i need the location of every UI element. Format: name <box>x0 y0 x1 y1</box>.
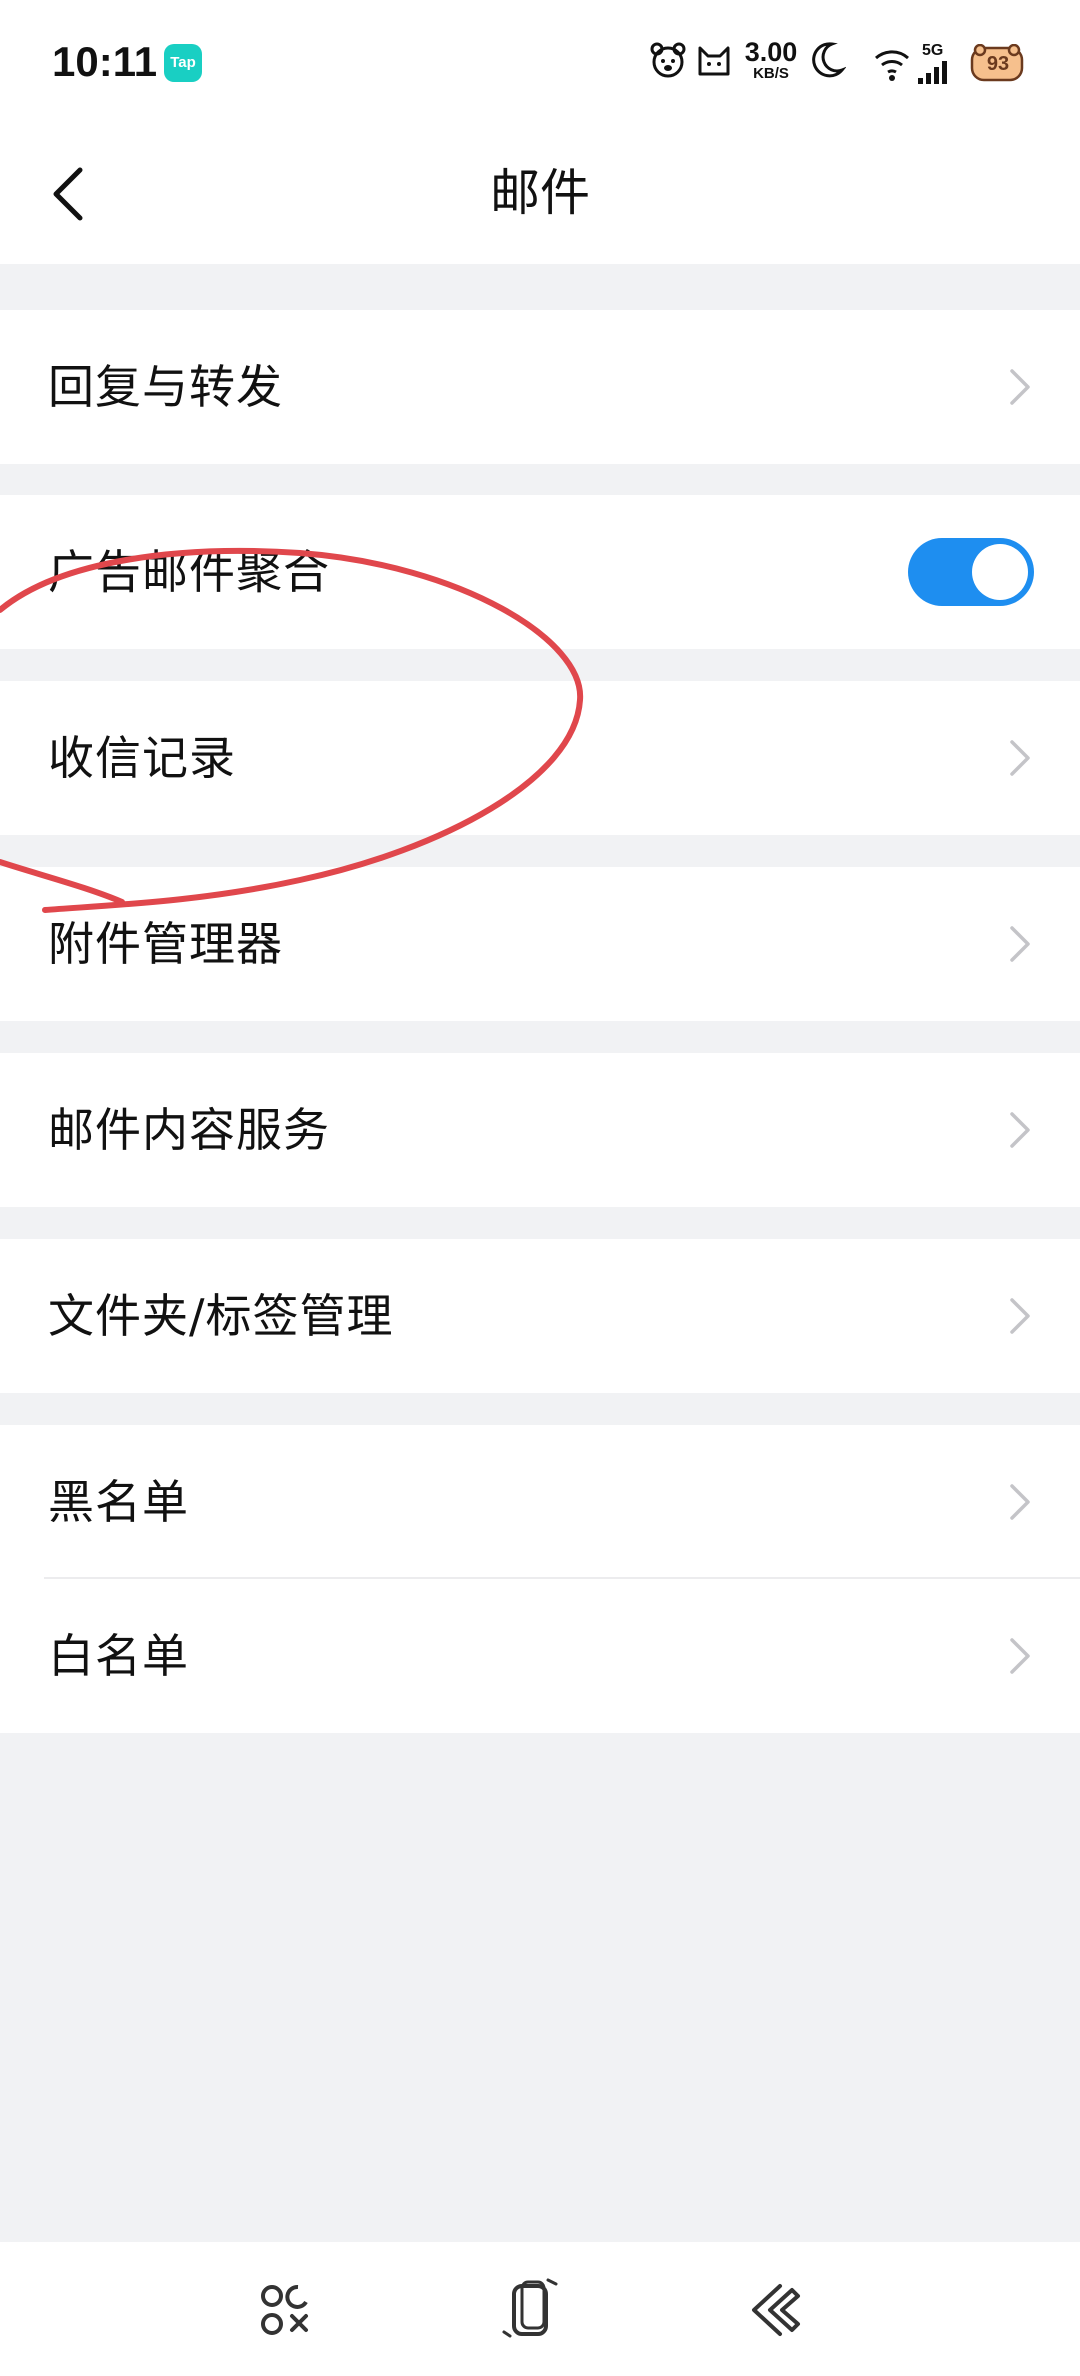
chevron-right-icon <box>1010 926 1030 962</box>
system-navigation-bar <box>0 2242 1080 2376</box>
setting-row-blacklist[interactable]: 黑名单 <box>0 1425 1080 1579</box>
network-speed-value: 3.00 <box>744 37 798 67</box>
setting-row-receive-log[interactable]: 收信记录 <box>0 681 1080 835</box>
setting-row-attachment-manager[interactable]: 附件管理器 <box>0 867 1080 1021</box>
back-icon <box>752 2284 800 2336</box>
top-nav-bar: 邮件 <box>0 122 1080 264</box>
settings-group-content-service: 邮件内容服务 <box>0 1053 1080 1207</box>
toggle-knob <box>972 544 1028 600</box>
chevron-right-icon <box>1010 1484 1030 1520</box>
recent-apps-button[interactable] <box>250 2274 320 2344</box>
mail-settings-screen: 10:11 Tap 3.00 KB/S 5G 93 邮件 回复与转发 广告邮件聚… <box>0 0 1080 2376</box>
setting-row-reply-forward[interactable]: 回复与转发 <box>0 310 1080 464</box>
settings-group-lists: 黑名单 白名单 <box>0 1425 1080 1733</box>
cat-face-icon <box>698 46 730 76</box>
settings-group-reply: 回复与转发 <box>0 310 1080 464</box>
status-time: 10:11 <box>52 38 158 85</box>
page-title: 邮件 <box>490 164 590 222</box>
setting-label: 邮件内容服务 <box>48 1103 330 1157</box>
home-icon <box>502 2278 558 2338</box>
settings-group-receive-log: 收信记录 <box>0 681 1080 835</box>
setting-label: 广告邮件聚合 <box>48 545 330 599</box>
chevron-right-icon <box>1010 1638 1030 1674</box>
setting-row-ad-mail-aggregation: 广告邮件聚合 <box>0 495 1080 649</box>
chevron-left-icon <box>53 167 83 221</box>
setting-label: 文件夹/标签管理 <box>48 1289 394 1343</box>
network-speed-unit: KB/S <box>753 65 789 82</box>
setting-label: 收信记录 <box>48 731 236 785</box>
chevron-right-icon <box>1010 1298 1030 1334</box>
battery-indicator: 93 <box>970 43 1026 82</box>
setting-row-folder-label-management[interactable]: 文件夹/标签管理 <box>0 1239 1080 1393</box>
battery-level: 93 <box>986 53 1010 75</box>
back-button[interactable] <box>36 162 100 226</box>
chevron-right-icon <box>1010 369 1030 405</box>
wifi-icon <box>875 50 909 81</box>
chevron-right-icon <box>1010 1112 1030 1148</box>
status-icons: 3.00 KB/S 5G 93 <box>648 38 1028 88</box>
setting-row-content-service[interactable]: 邮件内容服务 <box>0 1053 1080 1207</box>
tap-app-icon: Tap <box>164 44 202 82</box>
menu-icon <box>261 2285 308 2335</box>
bear-face-icon <box>650 42 686 78</box>
status-bar: 10:11 Tap 3.00 KB/S 5G 93 <box>0 0 1080 122</box>
settings-group-attachments: 附件管理器 <box>0 867 1080 1021</box>
system-back-button[interactable] <box>740 2274 810 2344</box>
network-speed: 3.00 KB/S <box>740 38 802 82</box>
setting-label: 白名单 <box>48 1629 189 1683</box>
setting-label: 黑名单 <box>48 1475 189 1529</box>
settings-group-ad-aggregation: 广告邮件聚合 <box>0 495 1080 649</box>
moon-icon <box>812 42 846 78</box>
setting-row-whitelist[interactable]: 白名单 <box>0 1579 1080 1733</box>
ad-aggregation-toggle[interactable] <box>908 538 1034 606</box>
signal-icon <box>918 61 947 84</box>
setting-label: 回复与转发 <box>48 360 283 414</box>
home-button[interactable] <box>496 2274 566 2344</box>
settings-group-folders: 文件夹/标签管理 <box>0 1239 1080 1393</box>
setting-label: 附件管理器 <box>48 917 283 971</box>
chevron-right-icon <box>1010 740 1030 776</box>
network-type: 5G <box>922 42 944 59</box>
